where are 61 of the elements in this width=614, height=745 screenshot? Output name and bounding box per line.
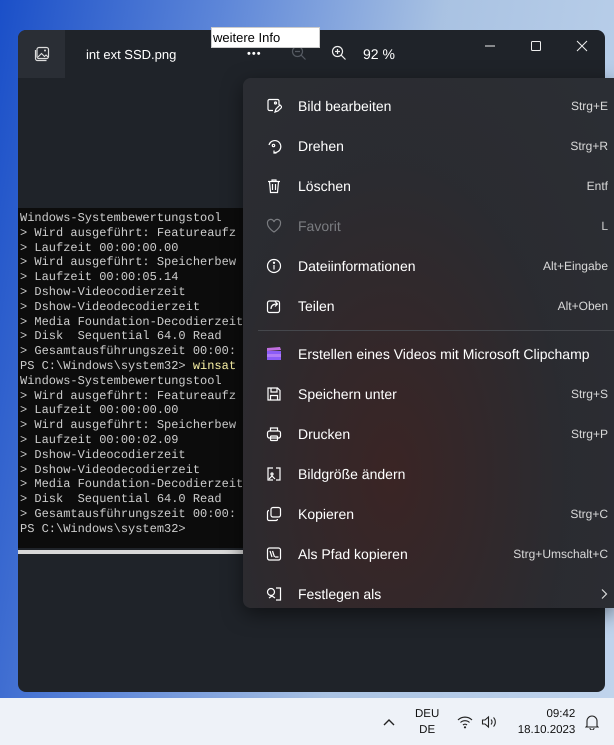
terminal-line: > Laufzeit 00:00:05.14 <box>20 270 178 285</box>
terminal-line: > Wird ausgeführt: Featureaufz <box>20 388 236 404</box>
language-button[interactable]: DEU DE <box>415 706 440 738</box>
terminal-line: PS C:\Windows\system32> winsat <box>20 358 236 374</box>
menu-item[interactable]: Festlegen als <box>243 574 614 614</box>
terminal-line: > Disk Sequential 64.0 Read <box>20 329 222 344</box>
terminal-line: > Laufzeit 00:00:00.00 <box>20 240 178 256</box>
close-icon <box>576 40 588 52</box>
chevron-up-icon[interactable] <box>383 718 395 726</box>
terminal-line: > Dshow-Videocodierzeit <box>20 284 186 300</box>
terminal-line: > Laufzeit 00:00:00.00 <box>20 403 178 418</box>
trash-icon <box>266 178 282 194</box>
menu-item[interactable]: Drucken Strg+P <box>243 414 614 454</box>
save-icon <box>266 386 282 402</box>
terminal-line: > Wird ausgeführt: Speicherbew <box>20 418 236 433</box>
terminal-line: > Wird ausgeführt: Speicherbew <box>20 255 236 270</box>
menu-item[interactable]: Drehen Strg+R <box>243 126 614 166</box>
terminal-line: > Dshow-Videodecodierzeit <box>20 300 200 315</box>
resize-icon <box>266 466 282 482</box>
path-icon <box>266 546 282 562</box>
terminal-line: > Media Foundation-Decodierzeit <box>20 314 244 330</box>
wifi-icon[interactable] <box>457 714 474 728</box>
notification-bell-icon[interactable] <box>585 714 600 730</box>
terminal-line: > Dshow-Videocodierzeit <box>20 448 186 463</box>
tooltip: weitere Info <box>211 27 320 48</box>
gallery-tab[interactable] <box>18 30 65 78</box>
terminal-line: > Wird ausgeführt: Featureaufz <box>20 226 236 241</box>
menu-item[interactable]: Bild bearbeiten Strg+E <box>243 86 614 126</box>
menu-item[interactable]: Bildgröße ändern <box>243 454 614 494</box>
terminal-line: Windows-Systembewertungstool <box>20 374 222 389</box>
terminal-line: Windows-Systembewertungstool <box>20 211 222 226</box>
zoom-level: 92 % <box>363 46 395 62</box>
image-settings-icon <box>266 586 282 602</box>
menu-item[interactable]: Erstellen eines Videos mit Microsoft Clipchamp <box>243 334 614 374</box>
more-button[interactable]: ••• <box>247 48 285 60</box>
clapperboard-icon <box>266 346 282 362</box>
image-icon <box>34 46 50 62</box>
terminal-line: PS C:\Windows\system32> <box>20 522 186 537</box>
terminal-line: > Gesamtausführungszeit 00:00: <box>20 506 236 522</box>
terminal-line: > Disk Sequential 64.0 Read <box>20 492 222 507</box>
info-icon <box>266 258 282 274</box>
speaker-icon[interactable] <box>481 714 498 728</box>
edit-image-icon <box>266 98 282 114</box>
copy-icon <box>266 506 282 522</box>
clock[interactable]: 09:42 18.10.2023 <box>511 706 576 738</box>
file-name: int ext SSD.png <box>86 46 178 62</box>
maximize-icon <box>530 40 542 52</box>
rotate-icon <box>266 138 282 154</box>
terminal-line: > Media Foundation-Decodierzeit <box>20 477 244 492</box>
terminal-line: > Gesamtausführungszeit 00:00: <box>20 344 236 359</box>
terminal-line: > Dshow-Videodecodierzeit <box>20 462 200 478</box>
menu-item[interactable]: Löschen Entf <box>243 166 614 206</box>
menu-item[interactable]: Dateiinformationen Alt+Eingabe <box>243 246 614 286</box>
menu-item[interactable]: Als Pfad kopieren Strg+Umschalt+C <box>243 534 614 574</box>
menu-item[interactable]: Speichern unter Strg+S <box>243 374 614 414</box>
terminal-line: > Laufzeit 00:00:02.09 <box>20 432 178 448</box>
menu-item[interactable]: Kopieren Strg+C <box>243 494 614 534</box>
menu-item[interactable]: Teilen Alt+Oben <box>243 286 614 326</box>
heart-icon <box>266 218 282 234</box>
share-icon <box>266 298 282 314</box>
printer-icon <box>266 426 282 442</box>
